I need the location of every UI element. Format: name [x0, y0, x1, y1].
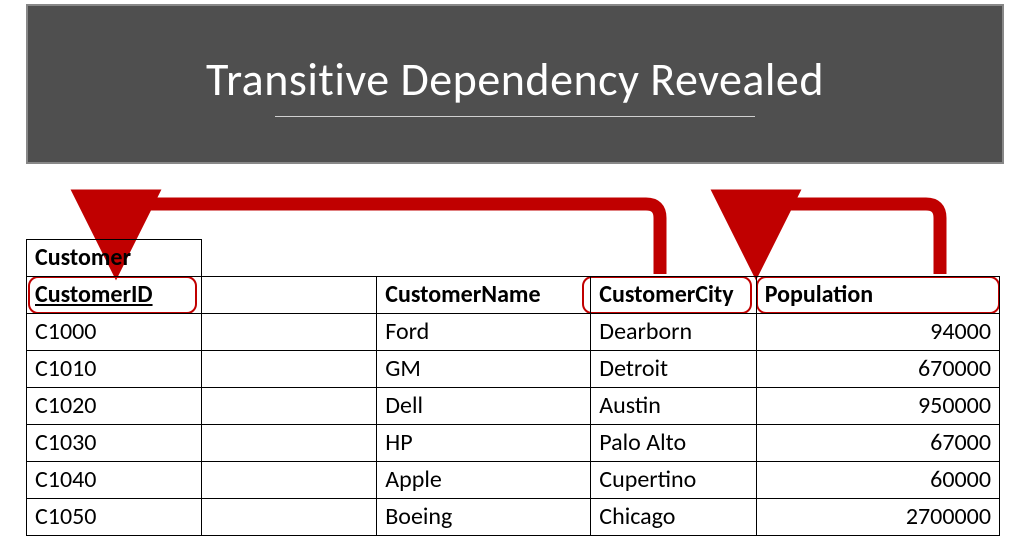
- table-row: C1000 Ford Dearborn 94000: [27, 314, 1000, 351]
- cell-blank: [202, 314, 377, 351]
- cell-blank: [202, 351, 377, 388]
- cell-blank: [202, 425, 377, 462]
- cell-city: Palo Alto: [591, 425, 756, 462]
- cell-id: C1000: [27, 314, 202, 351]
- cell-name: Apple: [377, 462, 591, 499]
- cell-id: C1020: [27, 388, 202, 425]
- col-customername: CustomerName: [377, 277, 591, 314]
- cell-city: Cupertino: [591, 462, 756, 499]
- cell-pop: 67000: [756, 425, 999, 462]
- col-blank: [202, 277, 377, 314]
- cell-id: C1030: [27, 425, 202, 462]
- title-banner: Transitive Dependency Revealed: [26, 4, 1004, 164]
- blank-cell: [756, 240, 999, 277]
- cell-city: Austin: [591, 388, 756, 425]
- cell-name: Boeing: [377, 499, 591, 536]
- table-row: C1040 Apple Cupertino 60000: [27, 462, 1000, 499]
- cell-pop: 2700000: [756, 499, 999, 536]
- table-row: C1030 HP Palo Alto 67000: [27, 425, 1000, 462]
- col-population: Population: [756, 277, 999, 314]
- cell-id: C1050: [27, 499, 202, 536]
- table-row: C1010 GM Detroit 670000: [27, 351, 1000, 388]
- table-caption-row: Customer: [27, 240, 1000, 277]
- cell-blank: [202, 499, 377, 536]
- table-header-row: CustomerID CustomerName CustomerCity Pop…: [27, 277, 1000, 314]
- cell-id: C1010: [27, 351, 202, 388]
- blank-cell: [202, 240, 377, 277]
- table-row: C1020 Dell Austin 950000: [27, 388, 1000, 425]
- cell-name: Dell: [377, 388, 591, 425]
- cell-pop: 670000: [756, 351, 999, 388]
- customer-table: Customer CustomerID CustomerName Custome…: [26, 239, 1000, 536]
- col-customerid: CustomerID: [27, 277, 202, 314]
- cell-id: C1040: [27, 462, 202, 499]
- title-underline: [275, 116, 755, 117]
- col-customercity: CustomerCity: [591, 277, 756, 314]
- cell-name: GM: [377, 351, 591, 388]
- page-title: Transitive Dependency Revealed: [206, 52, 824, 108]
- cell-name: Ford: [377, 314, 591, 351]
- cell-city: Chicago: [591, 499, 756, 536]
- cell-name: HP: [377, 425, 591, 462]
- cell-city: Detroit: [591, 351, 756, 388]
- blank-cell: [591, 240, 756, 277]
- cell-pop: 60000: [756, 462, 999, 499]
- cell-pop: 950000: [756, 388, 999, 425]
- cell-city: Dearborn: [591, 314, 756, 351]
- customer-table-wrap: Customer CustomerID CustomerName Custome…: [26, 239, 1000, 536]
- cell-blank: [202, 462, 377, 499]
- table-row: C1050 Boeing Chicago 2700000: [27, 499, 1000, 536]
- cell-pop: 94000: [756, 314, 999, 351]
- blank-cell: [377, 240, 591, 277]
- table-caption: Customer: [27, 240, 202, 277]
- cell-blank: [202, 388, 377, 425]
